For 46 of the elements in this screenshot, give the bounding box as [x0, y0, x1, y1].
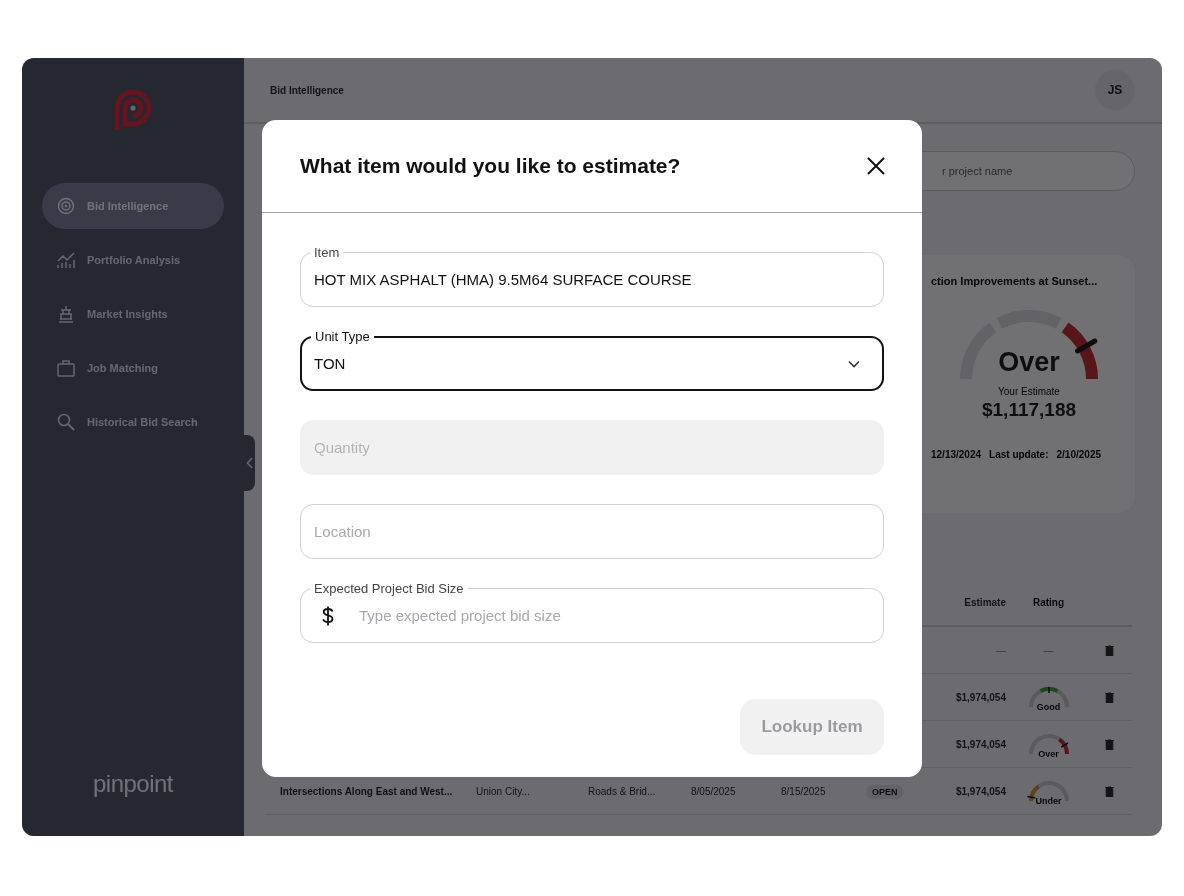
table-cell: Roads & Brid... — [588, 785, 656, 797]
table-cell: $1,974,054 — [955, 691, 1006, 703]
bid-date: 12/13/2024 — [931, 449, 982, 460]
table-cell: 8/05/2025 — [691, 785, 736, 797]
briefcase-icon — [57, 359, 75, 377]
table-cell: $1,974,054 — [955, 738, 1006, 750]
nav-item[interactable]: Historical Bid Search — [42, 399, 224, 445]
table-cell: — — [1043, 644, 1054, 656]
nav-item[interactable]: Portfolio Analysis — [42, 237, 224, 283]
target-icon — [57, 197, 75, 215]
rating-label: Over — [998, 347, 1060, 378]
estimate-label: Your Estimate — [998, 386, 1060, 397]
table-cell: 8/15/2025 — [781, 785, 826, 797]
chart-icon — [57, 251, 75, 269]
trash-icon[interactable] — [1104, 691, 1114, 703]
user-avatar[interactable]: JS — [1095, 70, 1135, 110]
rating-gauge: Under — [1026, 780, 1071, 802]
building-icon — [57, 305, 75, 323]
table-cell: Intersections Along East and West... — [280, 785, 453, 797]
dollar-icon — [322, 605, 334, 626]
nav-item[interactable]: Job Matching — [42, 345, 224, 391]
rating-gauge: Over — [1026, 733, 1071, 755]
brand-wordmark: pinpoint — [92, 770, 174, 798]
table-cell: — — [996, 644, 1006, 656]
column-header: Rating — [1031, 596, 1066, 608]
modal-title: What item would you like to estimate? — [300, 154, 681, 178]
trash-icon[interactable] — [1104, 785, 1114, 797]
search-icon — [57, 413, 75, 431]
page-title: Bid Intelligence — [270, 84, 344, 96]
last-update-label: Last update: — [989, 449, 1049, 460]
table-cell: Union City... — [476, 785, 530, 797]
trash-icon[interactable] — [1104, 738, 1114, 750]
status-badge: OPEN — [866, 784, 904, 799]
trash-icon[interactable] — [1104, 644, 1114, 656]
column-header: Estimate — [963, 596, 1007, 608]
close-button[interactable] — [867, 157, 885, 175]
input-field[interactable]: Location — [300, 504, 884, 559]
nav-item[interactable]: Market Insights — [42, 291, 224, 337]
last-update-date: 2/10/2025 — [1056, 449, 1101, 460]
table-cell: $1,974,054 — [955, 785, 1006, 797]
chevron-left-icon — [245, 457, 254, 469]
chevron-down-icon — [848, 359, 860, 368]
estimate-value: $1,117,188 — [981, 399, 1076, 421]
rating-gauge: Good — [1026, 686, 1071, 708]
project-title: ction Improvements at Sunset... — [931, 275, 1098, 287]
collapse-button[interactable] — [244, 435, 255, 491]
